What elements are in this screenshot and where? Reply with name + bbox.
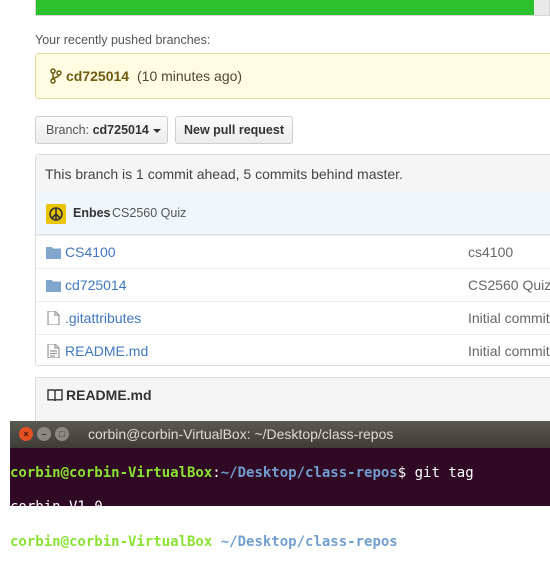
minimize-icon[interactable]: – — [37, 427, 51, 441]
maximize-icon[interactable]: □ — [55, 427, 69, 441]
file-name[interactable]: cd725014 — [65, 277, 127, 293]
file-icon — [47, 344, 60, 358]
prompt-line: corbin@corbin-VirtualBox:~/Desktop/class… — [10, 533, 550, 550]
readme-header: README.md — [35, 377, 550, 422]
file-commit-message[interactable]: cs4100 — [468, 244, 513, 260]
recent-branch-banner: cd725014 (10 minutes ago) — [35, 53, 550, 99]
new-pull-request-button[interactable]: New pull request — [175, 116, 293, 144]
branch-status-bar: This branch is 1 commit ahead, 5 commits… — [36, 155, 550, 193]
file-row[interactable]: cd725014 CS2560 Quiz — [36, 268, 550, 302]
chevron-down-icon — [152, 128, 161, 133]
branch-prefix: Branch: — [46, 123, 90, 137]
file-row[interactable]: .gitattributes Initial commit — [36, 301, 550, 335]
terminal-window[interactable]: × – □ corbin@corbin-VirtualBox: ~/Deskto… — [10, 421, 550, 550]
file-commit-message[interactable]: Initial commit — [468, 343, 550, 359]
branch-name: cd725014 — [92, 123, 149, 137]
command-text: git tag — [406, 465, 474, 481]
terminal-titlebar[interactable]: × – □ corbin@corbin-VirtualBox: ~/Deskto… — [10, 421, 550, 448]
book-icon — [47, 389, 63, 402]
language-bar — [35, 0, 550, 16]
avatar[interactable] — [46, 204, 66, 224]
prompt-user: corbin@corbin-VirtualBox — [10, 465, 213, 481]
recent-branch-time: (10 minutes ago) — [137, 68, 243, 84]
recent-branch-link[interactable]: cd725014 — [66, 68, 129, 84]
ahead-behind-text: This branch is 1 commit ahead, 5 commits… — [45, 166, 403, 182]
file-name[interactable]: .gitattributes — [65, 310, 141, 326]
folder-icon — [46, 247, 61, 259]
file-row[interactable]: README.md Initial commit — [36, 334, 550, 368]
prompt-path: ~/Desktop/class-repos — [220, 465, 398, 481]
latest-commit-bar: Enbes CS2560 Quiz — [36, 192, 550, 235]
command-output: corbin-V1.0 — [10, 499, 103, 515]
file-name[interactable]: CS4100 — [65, 244, 116, 260]
prompt-path: ~/Desktop/class-repos — [220, 534, 398, 550]
terminal-output[interactable]: corbin@corbin-VirtualBox:~/Desktop/class… — [10, 448, 550, 584]
commit-message[interactable]: CS2560 Quiz — [112, 206, 186, 220]
prompt-user: corbin@corbin-VirtualBox — [10, 534, 213, 550]
prompt-line: corbin@corbin-VirtualBox:~/Desktop/class… — [10, 465, 474, 481]
commit-author[interactable]: Enbes — [73, 206, 111, 220]
file-browser: This branch is 1 commit ahead, 5 commits… — [35, 154, 550, 366]
branch-select-button[interactable]: Branch: cd725014 — [35, 116, 168, 144]
readme-title: README.md — [66, 387, 152, 403]
file-icon — [47, 311, 60, 325]
branch-icon — [50, 68, 62, 84]
folder-icon — [46, 280, 61, 292]
file-name[interactable]: README.md — [65, 343, 148, 359]
terminal-cursor — [414, 533, 424, 548]
language-bar-fill — [36, 0, 534, 15]
file-row[interactable]: CS4100 cs4100 — [36, 235, 550, 269]
recent-branches-label: Your recently pushed branches: — [35, 33, 211, 47]
terminal-title: corbin@corbin-VirtualBox: ~/Desktop/clas… — [88, 426, 394, 442]
file-commit-message[interactable]: CS2560 Quiz — [468, 277, 550, 293]
close-icon[interactable]: × — [19, 427, 33, 441]
file-commit-message[interactable]: Initial commit — [468, 310, 550, 326]
